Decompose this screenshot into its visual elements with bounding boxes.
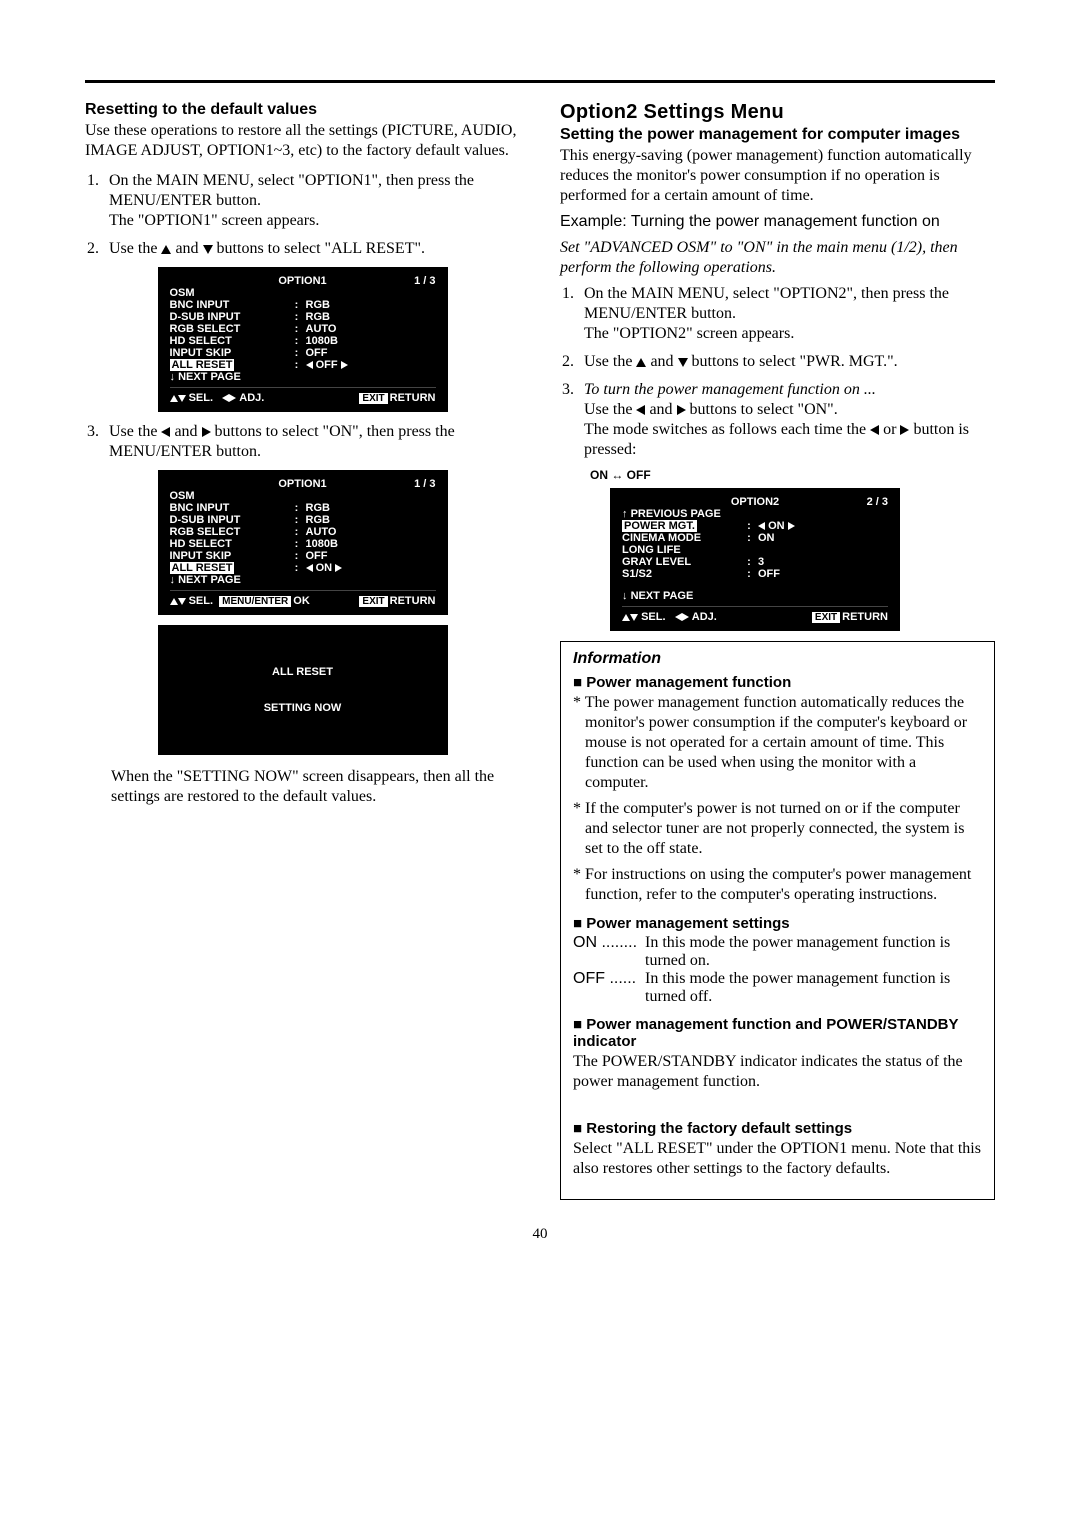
osd-page: 1 / 3 bbox=[327, 275, 436, 287]
horizontal-rule bbox=[85, 80, 995, 83]
toggle-line: ON ↔ OFF bbox=[590, 468, 995, 482]
setting-off: OFF ...... In this mode the power manage… bbox=[573, 970, 982, 1006]
right-step-1: On the MAIN MENU, select "OPTION2", then… bbox=[578, 284, 995, 344]
right-icon bbox=[202, 427, 211, 437]
left-step-1: On the MAIN MENU, select "OPTION1", then… bbox=[103, 171, 520, 231]
osd-panel-option2: OPTION2 2 / 3 PREVIOUS PAGE POWER MGT. :… bbox=[610, 488, 900, 631]
osd-title: OPTION1 bbox=[278, 275, 326, 287]
info-p4: The POWER/STANDBY indicator indicates th… bbox=[573, 1052, 982, 1092]
left-heading: Resetting to the default values bbox=[85, 101, 520, 119]
osd-power-mgt: POWER MGT. bbox=[622, 520, 697, 532]
osd-all-reset: ALL RESET bbox=[170, 359, 235, 371]
osd-panel-option1-a: OPTION1 1 / 3 OSM BNC INPUT:RGB D-SUB IN… bbox=[158, 267, 448, 412]
right-icon bbox=[341, 361, 348, 369]
right-intro: This energy-saving (power management) fu… bbox=[560, 146, 995, 206]
right-advosm: Set "ADVANCED OSM" to "ON" in the main m… bbox=[560, 238, 995, 278]
osd-reset-setting: SETTING NOW bbox=[264, 702, 342, 714]
up-arrow-icon bbox=[622, 508, 628, 520]
info-p3: * For instructions on using the computer… bbox=[573, 865, 982, 905]
left-step-2: Use the and buttons to select "ALL RESET… bbox=[103, 239, 520, 259]
menuenter-badge: MENU/ENTER bbox=[219, 596, 291, 607]
info-h2: Power management settings bbox=[573, 915, 982, 932]
right-example: Example: Turning the power management fu… bbox=[560, 212, 995, 232]
down-arrow-icon bbox=[170, 371, 176, 383]
right-heading: Setting the power management for compute… bbox=[560, 126, 995, 144]
right-column: Option2 Settings Menu Setting the power … bbox=[560, 101, 995, 1200]
info-p5: Select "ALL RESET" under the OPTION1 men… bbox=[573, 1139, 982, 1179]
right-step-3: To turn the power management function on… bbox=[578, 380, 995, 460]
page-number: 40 bbox=[85, 1226, 995, 1243]
right-title: Option2 Settings Menu bbox=[560, 101, 995, 124]
left-intro: Use these operations to restore all the … bbox=[85, 121, 520, 161]
left-column: Resetting to the default values Use thes… bbox=[85, 101, 520, 1200]
left-closing: When the "SETTING NOW" screen disappears… bbox=[111, 767, 520, 807]
osd-reset-title: ALL RESET bbox=[272, 666, 333, 678]
osd-panel-option1-b: OPTION1 1 / 3 OSM BNC INPUT:RGB D-SUB IN… bbox=[158, 470, 448, 615]
left-icon bbox=[306, 361, 313, 369]
exit-badge: EXIT bbox=[359, 393, 387, 404]
info-h3: Power management function and POWER/STAN… bbox=[573, 1016, 982, 1050]
info-p2: * If the computer's power is not turned … bbox=[573, 799, 982, 859]
setting-on: ON ........ In this mode the power manag… bbox=[573, 934, 982, 970]
info-p1: * The power management function automati… bbox=[573, 693, 982, 793]
info-h4: Restoring the factory default settings bbox=[573, 1120, 982, 1137]
left-step-3: Use the and buttons to select "ON", then… bbox=[103, 422, 520, 462]
right-step-2: Use the and buttons to select "PWR. MGT.… bbox=[578, 352, 995, 372]
info-h1: Power management function bbox=[573, 674, 982, 691]
up-icon bbox=[161, 245, 171, 254]
osd-reset-panel: ALL RESET SETTING NOW bbox=[158, 625, 448, 755]
info-title: Information bbox=[573, 650, 982, 668]
left-icon bbox=[161, 427, 170, 437]
information-box: Information Power management function * … bbox=[560, 641, 995, 1200]
down-icon bbox=[203, 245, 213, 254]
